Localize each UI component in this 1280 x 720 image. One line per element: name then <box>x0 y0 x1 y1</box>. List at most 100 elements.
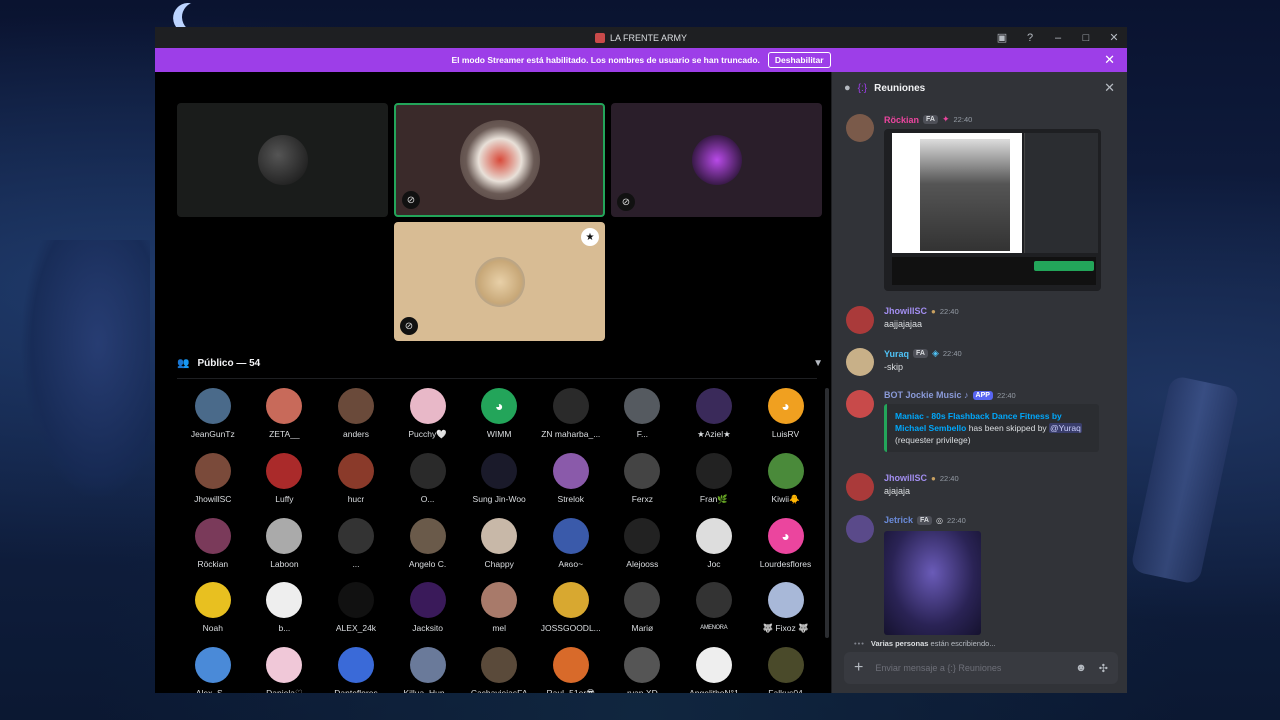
inbox-icon[interactable]: ▣ <box>995 31 1009 44</box>
audience-member[interactable]: JhowillSC <box>177 453 249 505</box>
username[interactable]: Yuraq <box>884 349 909 359</box>
chevron-down-icon[interactable]: ▼ <box>813 358 823 369</box>
member-name: WIMM <box>486 429 512 439</box>
audience-member[interactable]: Raul -51er😎 <box>535 647 607 693</box>
minimize-button[interactable]: – <box>1051 32 1065 44</box>
audience-header[interactable]: 👥 Público — 54 ▼ <box>177 354 823 372</box>
audience-member[interactable]: Killua_Hun... <box>392 647 464 693</box>
audience-member[interactable]: ◕ Lourdesflores <box>750 518 822 569</box>
audience-member[interactable]: ... <box>320 518 392 569</box>
audience-member[interactable]: Kiwii🐥 <box>750 453 822 505</box>
avatar <box>266 388 303 424</box>
bot-embed: Maniac - 80s Flashback Dance Fitness by … <box>884 404 1099 452</box>
audience-member[interactable]: Luffy <box>249 453 321 505</box>
audience-member[interactable]: Sung Jin-Woo <box>463 453 535 505</box>
discord-window: LA FRENTE ARMY ▣ ? – □ ✕ El modo Streame… <box>155 27 1127 693</box>
audience-member[interactable]: JOSSGOODL... <box>535 582 607 634</box>
avatar[interactable] <box>846 473 874 501</box>
username[interactable]: Jetrick <box>884 515 913 525</box>
timestamp: 22:40 <box>953 115 973 124</box>
member-name: Alejooss <box>626 559 659 569</box>
audience-member[interactable]: Jacksito <box>392 582 464 634</box>
speaker-tile-3[interactable]: ⊘ <box>611 103 822 217</box>
username[interactable]: Röckian <box>884 115 919 125</box>
audience-member[interactable]: ryan XD <box>607 647 679 693</box>
audience-member[interactable]: Röckian <box>177 518 249 569</box>
member-name: Kiwii🐥 <box>771 494 800 504</box>
member-name: ryan XD <box>627 688 658 693</box>
close-banner-icon[interactable]: ✕ <box>1104 52 1115 68</box>
member-name: LuisRV <box>771 429 800 439</box>
audience-member[interactable]: ZN maharba_... <box>535 388 607 440</box>
audience-member[interactable]: ◕ WIMM <box>463 388 535 440</box>
audience-member[interactable]: Alex_S... <box>177 647 249 693</box>
audience-member[interactable]: anders <box>320 388 392 440</box>
avatar <box>552 518 589 554</box>
attached-photo[interactable] <box>884 531 981 635</box>
audience-member[interactable]: Danteflores <box>320 647 392 693</box>
help-icon[interactable]: ? <box>1023 32 1037 44</box>
badge-icon: ● <box>931 306 936 316</box>
audience-member[interactable]: Alejooss <box>607 518 679 569</box>
avatar[interactable] <box>846 306 874 334</box>
audience-member[interactable]: Ferxz <box>607 453 679 505</box>
audience-member[interactable]: AngelithoN°1 <box>678 647 750 693</box>
username[interactable]: JhowillSC <box>884 306 927 316</box>
member-name: Jacksito <box>412 623 443 633</box>
audience-member[interactable]: Fran🌿 <box>678 453 750 505</box>
emoji-icon[interactable]: ☻ <box>1075 662 1087 674</box>
member-name: Chappy <box>484 559 514 569</box>
add-attachment-icon[interactable]: + <box>854 659 863 677</box>
muted-icon: ⊘ <box>400 317 418 335</box>
maximize-button[interactable]: □ <box>1079 32 1093 44</box>
avatar[interactable] <box>846 390 874 418</box>
audience-member[interactable]: ◕ LuisRV <box>750 388 822 440</box>
attached-screenshot[interactable] <box>884 129 1101 291</box>
member-name: ZN maharba_... <box>541 429 601 439</box>
disable-streamer-button[interactable]: Deshabilitar <box>767 52 831 68</box>
audience-member[interactable]: Chappy <box>463 518 535 569</box>
username[interactable]: JhowillSC <box>884 473 927 483</box>
audience-member[interactable]: Falkus04 <box>750 647 822 693</box>
avatar[interactable] <box>846 515 874 543</box>
close-window-button[interactable]: ✕ <box>1107 31 1121 44</box>
audience-member[interactable]: 🐺 Fixoz 🐺 <box>750 582 822 634</box>
audience-member[interactable]: F... <box>607 388 679 440</box>
avatar[interactable] <box>846 114 874 142</box>
speaker-tile-2[interactable]: ⊘ <box>394 103 605 217</box>
avatar[interactable] <box>846 348 874 376</box>
audience-member[interactable]: O... <box>392 453 464 505</box>
speaker-tile-4[interactable]: ⊘ ★ <box>394 222 605 341</box>
audience-member[interactable]: Strelok <box>535 453 607 505</box>
audience-member[interactable]: b... <box>249 582 321 634</box>
audience-member[interactable]: Angelo C. <box>392 518 464 569</box>
message: JhowillSC ● 22:40 aajjajajaa <box>846 306 1114 334</box>
scrollbar[interactable] <box>825 388 829 638</box>
audience-member[interactable]: Noah <box>177 582 249 634</box>
speaker-tile-1[interactable] <box>177 103 388 217</box>
audience-member[interactable]: mel <box>463 582 535 634</box>
audience-member[interactable]: Aʀɢᴏ~ <box>535 518 607 569</box>
audience-member[interactable]: CachaviejasFA <box>463 647 535 693</box>
audience-member[interactable]: Mariø <box>607 582 679 634</box>
audience-member[interactable]: ᴬᴹᴱᴺᴼᴿᴬ <box>678 582 750 634</box>
audience-member[interactable]: ALEX_24k <box>320 582 392 634</box>
audience-member[interactable]: Pucchy🤍 <box>392 388 464 440</box>
user-mention[interactable]: @Yuraq <box>1049 423 1082 433</box>
chat-bubble-icon: ● <box>844 82 851 94</box>
audience-member[interactable]: hucr <box>320 453 392 505</box>
apps-icon[interactable]: ✣ <box>1099 662 1108 675</box>
member-name: ★Aziel★ <box>697 429 731 439</box>
message-input[interactable]: Enviar mensaje a {:} Reuniones <box>875 663 1063 673</box>
clan-tag: FA <box>913 349 928 358</box>
close-chat-icon[interactable]: ✕ <box>1104 80 1115 96</box>
audience-member[interactable]: ★Aziel★ <box>678 388 750 440</box>
cat-avatar <box>474 256 525 307</box>
username[interactable]: BOT Jockie Music ♪ <box>884 390 969 400</box>
audience-member[interactable]: Laboon <box>249 518 321 569</box>
audience-member[interactable]: JeanGunTz <box>177 388 249 440</box>
audience-member[interactable]: ZETA__ <box>249 388 321 440</box>
audience-member[interactable]: Joc <box>678 518 750 569</box>
audience-member[interactable]: Daniela♡ <box>249 647 321 693</box>
message: Yuraq FA ◈ 22:40 -skip <box>846 348 1114 376</box>
